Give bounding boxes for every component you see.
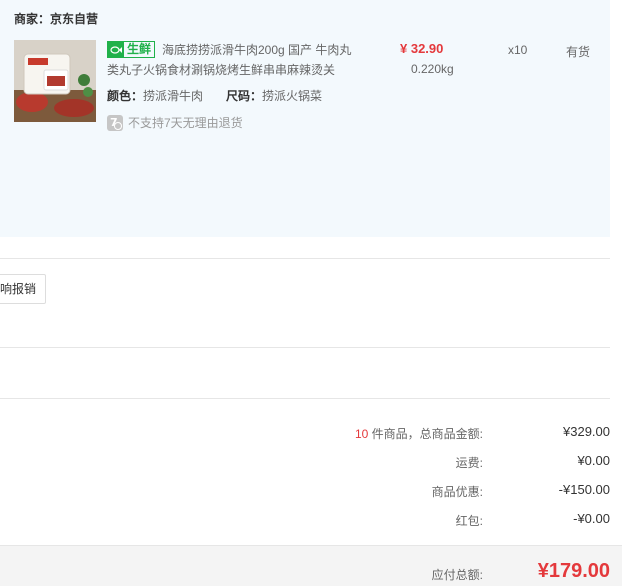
size-attribute: 尺码：捞派火锅菜 <box>226 87 322 104</box>
discount-value: -¥150.00 <box>558 482 610 497</box>
return-policy: 7 不支持7天无理由退货 <box>107 114 243 131</box>
reimburse-button[interactable]: 响报销 <box>0 274 46 304</box>
divider <box>0 258 610 259</box>
quantity: x10 <box>508 43 528 57</box>
color-label: 颜色： <box>107 89 144 103</box>
merchant-label: 商家： <box>14 12 51 26</box>
redpacket-label: 红包: <box>455 514 483 528</box>
return-policy-text: 不支持7天无理由退货 <box>128 116 243 130</box>
payable-label: 应付总额: <box>431 568 483 582</box>
color-value: 捞派滑牛肉 <box>143 89 204 103</box>
items-total-value: ¥329.00 <box>563 424 610 439</box>
divider <box>0 398 610 399</box>
no-return-icon: 7 <box>107 114 123 131</box>
discount-label: 商品优惠: <box>431 485 483 499</box>
fish-icon <box>108 42 124 57</box>
fresh-tag-label: 生鲜 <box>127 42 152 56</box>
product-image <box>14 40 96 122</box>
shipping-label: 运费: <box>455 456 483 470</box>
stock-status: 有货 <box>566 45 591 59</box>
size-label: 尺码： <box>226 89 263 103</box>
payable-amount: ¥179.00 <box>537 560 610 582</box>
size-value: 捞派火锅菜 <box>262 89 323 103</box>
item-count: 10 <box>354 427 369 441</box>
shipping-value: ¥0.00 <box>577 453 610 468</box>
merchant-name: 京东自营 <box>50 12 99 26</box>
redpacket-value: -¥0.00 <box>573 511 610 526</box>
divider <box>0 347 610 348</box>
items-total-label: 10 件商品，总商品金额: <box>354 427 483 441</box>
fresh-tag: 生鲜 <box>107 41 156 58</box>
payable-bar <box>0 545 622 586</box>
product-thumbnail[interactable] <box>14 40 96 122</box>
merchant-info: 商家：京东自营 <box>14 10 98 27</box>
unit-price: ¥ 32.90 <box>400 41 444 56</box>
product-weight: 0.220kg <box>411 62 454 76</box>
color-attribute: 颜色：捞派滑牛肉 <box>107 87 203 104</box>
